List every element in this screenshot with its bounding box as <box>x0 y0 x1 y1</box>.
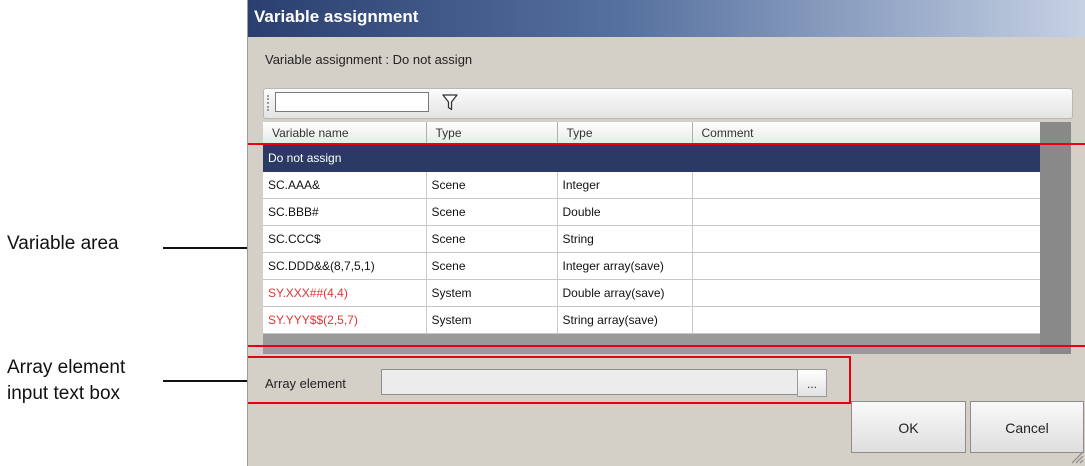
filter-input[interactable] <box>275 92 429 112</box>
column-header-comment[interactable]: Comment <box>692 122 1041 145</box>
variable-area-highlight <box>248 143 1085 347</box>
array-element-callout-line1: Array element <box>7 357 126 378</box>
variable-area-callout-text: Variable area <box>7 233 119 254</box>
dialog-title: Variable assignment <box>254 7 419 26</box>
variable-assignment-dialog: Variable assignment Variable assignment … <box>247 0 1085 466</box>
column-header-type[interactable]: Type <box>426 122 558 145</box>
array-element-callout: Array element input text box <box>7 355 125 407</box>
variable-area-callout: Variable area <box>7 231 119 257</box>
toolbar-grip-icon[interactable] <box>267 95 271 111</box>
funnel-icon[interactable] <box>442 94 458 111</box>
filter-toolbar <box>263 88 1073 119</box>
ok-button[interactable]: OK <box>851 401 966 453</box>
resize-grip-icon[interactable] <box>1070 450 1084 464</box>
current-assignment-label: Variable assignment : Do not assign <box>265 52 473 67</box>
cancel-button[interactable]: Cancel <box>970 401 1084 453</box>
column-header-variable-name[interactable]: Variable name <box>263 122 427 145</box>
variable-list-header: Variable name Type Type Comment <box>263 122 1041 145</box>
column-header-data-type[interactable]: Type <box>557 122 693 145</box>
array-element-highlight <box>248 356 851 404</box>
title-bar[interactable]: Variable assignment <box>248 0 1085 37</box>
array-element-callout-line2: input text box <box>7 383 121 404</box>
